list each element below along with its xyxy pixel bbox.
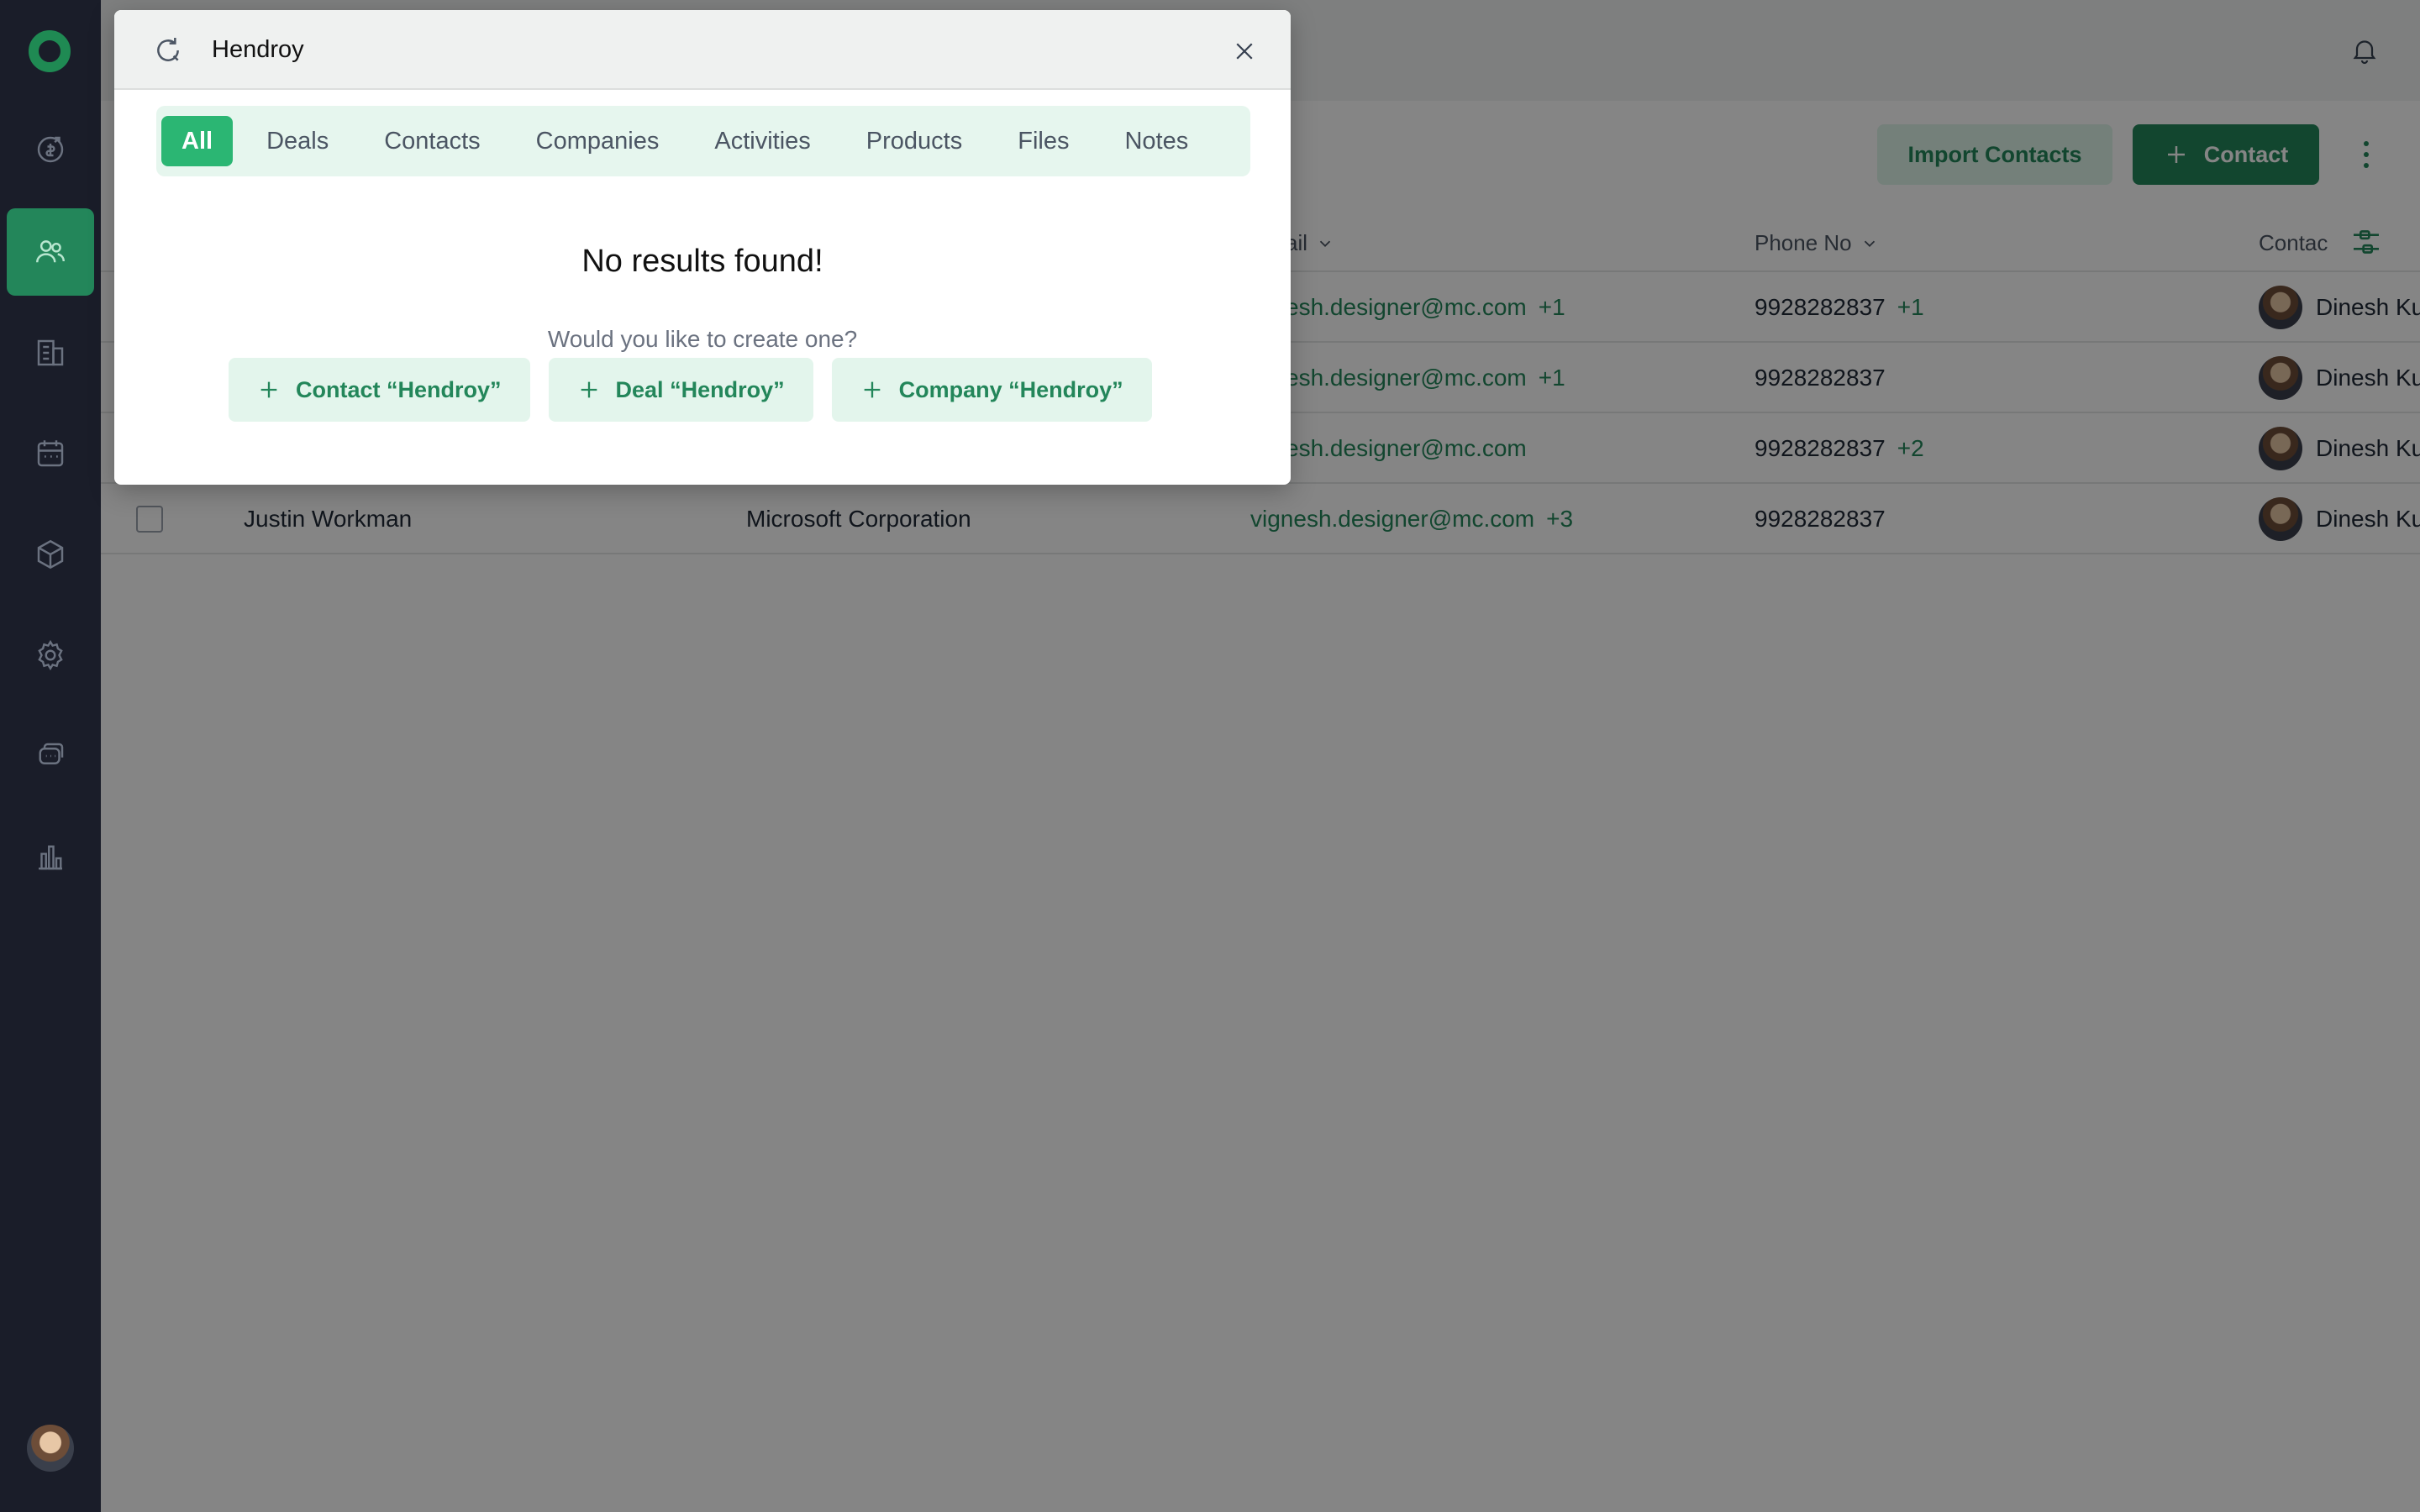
- create-deal-button[interactable]: Deal “Hendroy”: [548, 358, 813, 422]
- create-actions: Contact “Hendroy” Deal “Hendroy” Company…: [229, 358, 1152, 422]
- create-prompt: Would you like to create one?: [547, 326, 858, 352]
- gear-icon: [38, 639, 63, 671]
- create-contact-button[interactable]: Contact “Hendroy”: [229, 358, 530, 422]
- tab-files[interactable]: Files: [996, 116, 1091, 166]
- sidebar-item-chat[interactable]: [7, 712, 94, 800]
- building-icon: [37, 339, 64, 366]
- search-loading-icon: [157, 38, 179, 61]
- sidebar-item-deals[interactable]: [7, 106, 94, 193]
- app: Import Contacts Contact ail Phone No Con…: [0, 0, 2420, 1512]
- dollar-refresh-icon: [37, 136, 64, 163]
- global-search-modal: All Deals Contacts Companies Activities …: [114, 10, 1291, 485]
- plus-icon: [581, 381, 597, 398]
- search-filter-tabs: All Deals Contacts Companies Activities …: [156, 106, 1250, 176]
- tab-deals[interactable]: Deals: [245, 116, 350, 166]
- sidebar-item-reports[interactable]: [7, 813, 94, 900]
- create-company-button[interactable]: Company “Hendroy”: [831, 358, 1152, 422]
- sidebar-item-settings[interactable]: [7, 612, 94, 699]
- logo-icon[interactable]: [29, 30, 71, 72]
- sidebar-item-activities[interactable]: [7, 410, 94, 497]
- tab-contacts[interactable]: Contacts: [362, 116, 502, 166]
- sidebar: [0, 0, 101, 1512]
- tab-products[interactable]: Products: [844, 116, 984, 166]
- calendar-icon: [37, 440, 64, 467]
- bar-chart-icon: [39, 845, 62, 870]
- plus-icon: [260, 381, 277, 398]
- box-icon: [37, 539, 64, 570]
- close-icon[interactable]: [1232, 39, 1257, 64]
- sidebar-item-companies[interactable]: [7, 309, 94, 396]
- tab-activities[interactable]: Activities: [692, 116, 832, 166]
- users-icon: [36, 240, 65, 263]
- search-bar: [114, 10, 1291, 90]
- tab-companies[interactable]: Companies: [514, 116, 681, 166]
- sidebar-item-products[interactable]: [7, 511, 94, 598]
- sidebar-item-contacts[interactable]: [7, 208, 94, 296]
- chat-icon: [39, 743, 64, 764]
- search-input[interactable]: [212, 29, 1178, 71]
- user-avatar[interactable]: [27, 1425, 74, 1472]
- tab-all[interactable]: All: [161, 116, 234, 166]
- no-results-heading: No results found!: [581, 244, 823, 279]
- plus-icon: [864, 381, 880, 398]
- tab-notes[interactable]: Notes: [1102, 116, 1210, 166]
